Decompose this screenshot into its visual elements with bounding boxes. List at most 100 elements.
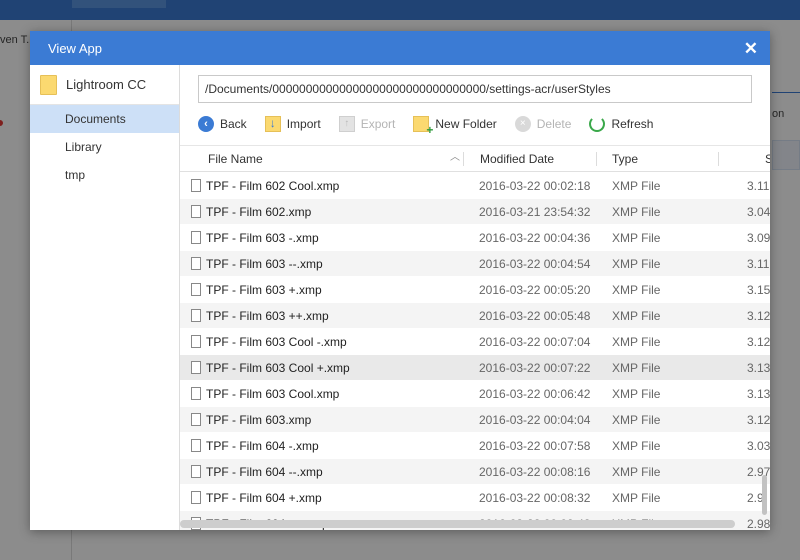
type-cell: XMP File bbox=[612, 205, 661, 219]
delete-label: Delete bbox=[536, 117, 572, 131]
delete-button[interactable]: × Delete bbox=[514, 116, 572, 132]
type-cell: XMP File bbox=[612, 257, 661, 271]
modified-date-cell: 2016-03-22 00:04:04 bbox=[479, 413, 591, 427]
table-row[interactable]: TPF - Film 602 Cool.xmp 2016-03-22 00:02:… bbox=[180, 173, 770, 199]
vertical-scroll-thumb[interactable] bbox=[762, 475, 767, 515]
table-row[interactable]: TPF - Film 603 Cool.xmp 2016-03-22 00:06:… bbox=[180, 381, 770, 407]
export-button[interactable]: ↑ Export bbox=[338, 116, 396, 132]
app-sidebar: Lightroom CC Documents Library tmp bbox=[30, 65, 180, 530]
size-cell: 3.12 bbox=[747, 413, 770, 427]
file-icon bbox=[191, 387, 201, 400]
table-row[interactable]: TPF - Film 603 --.xmp 2016-03-22 00:04:54… bbox=[180, 251, 770, 277]
file-name-cell: TPF - Film 603 Cool +.xmp bbox=[206, 361, 350, 375]
modified-date-cell: 2016-03-22 00:02:18 bbox=[479, 179, 591, 193]
back-button[interactable]: ‹ Back bbox=[198, 116, 247, 132]
refresh-label: Refresh bbox=[611, 117, 654, 131]
file-name-cell: TPF - Film 604 +.xmp bbox=[206, 491, 322, 505]
size-cell: 3.13 bbox=[747, 387, 770, 401]
table-row[interactable]: TPF - Film 603 -.xmp 2016-03-22 00:04:36 X… bbox=[180, 225, 770, 251]
file-icon bbox=[191, 257, 201, 270]
file-icon bbox=[191, 231, 201, 244]
file-icon bbox=[191, 309, 201, 322]
import-button[interactable]: ↓ Import bbox=[264, 116, 321, 132]
column-header-size[interactable]: S bbox=[765, 146, 770, 172]
import-label: Import bbox=[286, 117, 321, 131]
dialog-body: Lightroom CC Documents Library tmp /Docume… bbox=[30, 65, 770, 530]
file-name-cell: TPF - Film 603 +.xmp bbox=[206, 283, 322, 297]
file-name-cell: TPF - Film 603 -.xmp bbox=[206, 231, 319, 245]
path-field[interactable]: /Documents/00000000000000000000000000000… bbox=[198, 75, 752, 103]
column-divider[interactable] bbox=[463, 152, 464, 166]
file-name-cell: TPF - Film 604 --.xmp bbox=[206, 465, 323, 479]
column-header-modified-date[interactable]: Modified Date bbox=[480, 146, 554, 172]
table-row[interactable]: TPF - Film 602.xmp 2016-03-21 23:54:32 XMP… bbox=[180, 199, 770, 225]
size-cell: 3.15 bbox=[747, 283, 770, 297]
table-row[interactable]: TPF - Film 603 Cool -.xmp 2016-03-22 00:0… bbox=[180, 329, 770, 355]
size-cell: 3.09 bbox=[747, 231, 770, 245]
file-browser: /Documents/00000000000000000000000000000… bbox=[180, 65, 770, 530]
delete-icon: × bbox=[514, 116, 531, 132]
file-icon bbox=[191, 179, 201, 192]
toolbar: ‹ Back ↓ Import ↑ Export New Folder × bbox=[198, 111, 671, 137]
sidebar-item-library[interactable]: Library bbox=[30, 133, 179, 161]
modified-date-cell: 2016-03-22 00:08:32 bbox=[479, 491, 591, 505]
file-name-cell: TPF - Film 603.xmp bbox=[206, 413, 312, 427]
import-icon: ↓ bbox=[264, 116, 281, 132]
refresh-icon bbox=[589, 116, 606, 132]
table-row[interactable]: TPF - Film 603 Cool +.xmp 2016-03-22 00:0… bbox=[180, 355, 770, 381]
export-label: Export bbox=[360, 117, 396, 131]
table-row[interactable]: TPF - Film 604 +.xmp 2016-03-22 00:08:32 X… bbox=[180, 485, 770, 511]
column-divider[interactable] bbox=[596, 152, 597, 166]
size-cell: 3.12 bbox=[747, 335, 770, 349]
file-icon bbox=[191, 205, 201, 218]
size-cell: 3.12 bbox=[747, 309, 770, 323]
modified-date-cell: 2016-03-22 00:08:16 bbox=[479, 465, 591, 479]
sort-ascending-icon[interactable]: ︿ bbox=[450, 146, 460, 170]
view-app-dialog: View App ✕ Lightroom CC Documents Library… bbox=[30, 31, 770, 530]
new-folder-icon bbox=[413, 116, 433, 136]
folder-icon bbox=[40, 74, 57, 95]
table-row[interactable]: TPF - Film 603 ++.xmp 2016-03-22 00:05:48… bbox=[180, 303, 770, 329]
file-icon bbox=[191, 361, 201, 374]
file-name-cell: TPF - Film 603 Cool -.xmp bbox=[206, 335, 347, 349]
file-icon bbox=[191, 439, 201, 452]
export-icon: ↑ bbox=[338, 116, 355, 132]
type-cell: XMP File bbox=[612, 361, 661, 375]
type-cell: XMP File bbox=[612, 465, 661, 479]
column-header-file-name[interactable]: File Name bbox=[208, 146, 263, 172]
modified-date-cell: 2016-03-22 00:07:22 bbox=[479, 361, 591, 375]
sidebar-item-documents[interactable]: Documents bbox=[30, 105, 179, 133]
close-icon[interactable]: ✕ bbox=[744, 40, 758, 57]
modified-date-cell: 2016-03-22 00:05:48 bbox=[479, 309, 591, 323]
table-body: TPF - Film 602 Cool.xmp 2016-03-22 00:02:… bbox=[180, 173, 770, 530]
type-cell: XMP File bbox=[612, 439, 661, 453]
modified-date-cell: 2016-03-22 00:04:54 bbox=[479, 257, 591, 271]
type-cell: XMP File bbox=[612, 309, 661, 323]
type-cell: XMP File bbox=[612, 491, 661, 505]
file-icon bbox=[191, 491, 201, 504]
size-cell: 3.13 bbox=[747, 361, 770, 375]
type-cell: XMP File bbox=[612, 413, 661, 427]
column-divider[interactable] bbox=[718, 152, 719, 166]
table-row[interactable]: TPF - Film 604 -.xmp 2016-03-22 00:07:58 X… bbox=[180, 433, 770, 459]
modified-date-cell: 2016-03-21 23:54:32 bbox=[479, 205, 591, 219]
file-name-cell: TPF - Film 602.xmp bbox=[206, 205, 312, 219]
type-cell: XMP File bbox=[612, 179, 661, 193]
file-icon bbox=[191, 465, 201, 478]
new-folder-label: New Folder bbox=[435, 117, 497, 131]
file-icon bbox=[191, 413, 201, 426]
table-row[interactable]: TPF - Film 603.xmp 2016-03-22 00:04:04 XMP… bbox=[180, 407, 770, 433]
sidebar-item-tmp[interactable]: tmp bbox=[30, 161, 179, 189]
horizontal-scroll-thumb[interactable] bbox=[180, 520, 735, 528]
type-cell: XMP File bbox=[612, 387, 661, 401]
column-header-type[interactable]: Type bbox=[612, 146, 638, 172]
table-header: File Name ︿ Modified Date Type S bbox=[180, 146, 770, 172]
table-row[interactable]: TPF - Film 603 +.xmp 2016-03-22 00:05:20 X… bbox=[180, 277, 770, 303]
file-name-cell: TPF - Film 603 Cool.xmp bbox=[206, 387, 340, 401]
size-cell: 3.11 bbox=[747, 179, 770, 193]
file-icon bbox=[191, 283, 201, 296]
size-cell: 3.03 bbox=[747, 439, 770, 453]
new-folder-button[interactable]: New Folder bbox=[413, 116, 497, 136]
table-row[interactable]: TPF - Film 604 --.xmp 2016-03-22 00:08:16… bbox=[180, 459, 770, 485]
refresh-button[interactable]: Refresh bbox=[589, 116, 653, 132]
